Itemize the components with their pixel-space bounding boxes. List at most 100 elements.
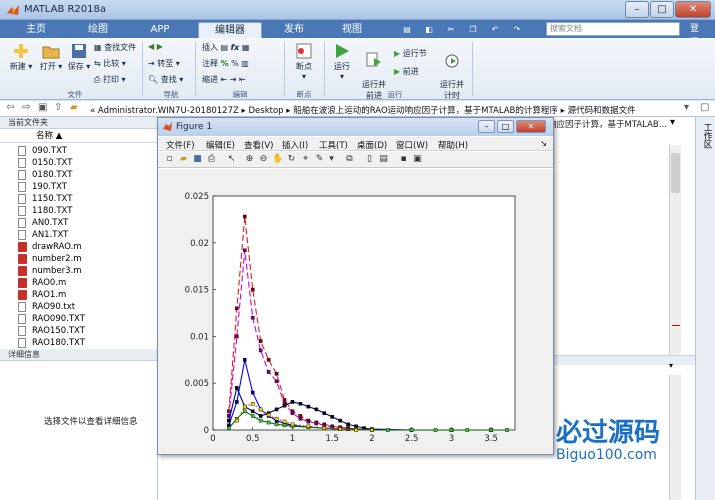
minimize-button[interactable]: – [625,1,649,18]
tab-plots[interactable]: 绘图 [74,22,122,38]
tab-editor[interactable]: 编辑器 [198,22,262,38]
tab-home[interactable]: 主页 [12,22,60,38]
pan-icon[interactable]: ✋ [272,154,283,165]
file-item[interactable]: RAO090.TXT [18,313,85,325]
quick-access-icon[interactable]: ▤ [398,22,416,38]
hide-plot-tools-icon[interactable]: ▪ [398,154,409,165]
undo-icon[interactable]: ↶ [486,22,504,38]
path-dropdown-icon[interactable]: ▾ [684,102,689,113]
file-item[interactable]: number3.m [18,265,82,277]
new-button[interactable]: 新建 ▾ [8,42,34,72]
file-item[interactable]: AN1.TXT [18,229,68,241]
file-item[interactable]: 1150.TXT [18,193,72,205]
login-link[interactable]: 登录 [690,22,706,48]
insert-button[interactable]: 插入 ▤ fx ▦ [202,42,249,53]
save-figure-icon[interactable]: ■ [192,154,203,165]
zoom-out-icon[interactable]: ⊖ [258,154,269,165]
zoom-in-icon[interactable]: ⊕ [244,154,255,165]
breakpoints-button[interactable]: 断点 ▾ [290,42,318,81]
menu-desktop[interactable]: 桌面(D) [357,139,387,151]
menu-view[interactable]: 查看(V) [244,139,273,151]
colorbar-icon[interactable]: ▯ [364,154,375,165]
y-tick-label: 0.02 [190,239,209,249]
file-item[interactable]: RAO0.m [18,277,66,289]
editor-maximize-icon[interactable]: ▾ [670,117,675,128]
file-item[interactable]: 090.TXT [18,145,67,157]
workspace-label[interactable]: 工作区 [700,123,712,149]
name-column-header[interactable]: 名称 ▲ [0,130,158,143]
run-section-button[interactable]: ▶ 运行节 [394,48,427,59]
data-cursor-icon[interactable]: ⌖ [300,154,311,165]
command-window-menu-icon[interactable]: ▾ [669,361,673,370]
show-plot-tools-icon[interactable]: ▣ [412,154,423,165]
brush-icon[interactable]: ✎ [314,154,325,165]
menu-window[interactable]: 窗口(W) [396,139,428,151]
file-item[interactable]: RAO150.TXT [18,325,85,337]
print-button[interactable]: ⎙ 打印 ▾ [94,74,126,85]
file-item[interactable]: RAO90.txt [18,301,75,313]
compare-button[interactable]: ⇆ 比较 ▾ [94,58,126,69]
copy-icon[interactable]: ❐ [464,22,482,38]
editor-scrollbar[interactable] [669,145,681,355]
nav-arrows[interactable]: ◀ ▶ [148,42,163,51]
legend-icon[interactable]: ▤ [378,154,389,165]
save-button[interactable]: 保存 ▾ [66,42,92,72]
menu-help[interactable]: 帮助(H) [438,139,468,151]
link-plot-icon[interactable]: ⧉ [344,154,355,165]
figure-minimize-button[interactable]: – [478,120,495,133]
run-button[interactable]: 运行 ▾ [330,42,354,81]
file-item[interactable]: RAO1.m [18,289,66,301]
browse-icon[interactable]: ▢ [700,102,709,113]
current-path[interactable]: « Administrator.WIN7U-20180127Z ▸ Deskto… [90,104,636,116]
goto-button[interactable]: ⇥ 转至 ▾ [148,58,180,69]
forward-icon[interactable]: ⇨ [22,102,30,113]
file-item[interactable]: AN0.TXT [18,217,68,229]
cut-icon[interactable]: ✂ [442,22,460,38]
file-item[interactable]: 1180.TXT [18,205,72,217]
menu-edit[interactable]: 编辑(E) [206,139,235,151]
text-file-icon [18,145,26,156]
quick-save-icon[interactable]: ◧ [420,22,438,38]
indent-button[interactable]: 缩进 ⇤ ⇥ ⇤ [202,74,246,85]
find-button[interactable]: 🔍︎ 查找 ▾ [148,74,183,85]
file-item[interactable]: drawRAO.m [18,241,82,253]
rao-chart[interactable]: 0 0.5 1 1.5 2 2.5 3 3.5 0 0.005 0.01 0.015 0.02 0.025 [158,169,553,454]
figure-maximize-button[interactable]: □ [497,120,514,133]
open-file-icon[interactable]: ▰ [178,154,189,165]
tab-view[interactable]: 视图 [328,22,376,38]
scrollbar-thumb[interactable] [671,153,680,193]
brush-dropdown-icon[interactable]: ▾ [326,154,337,165]
open-button[interactable]: 打开 ▾ [38,42,64,72]
tab-publish[interactable]: 发布 [270,22,318,38]
maximize-button[interactable]: □ [650,1,674,18]
rotate-icon[interactable]: ↻ [286,154,297,165]
file-item[interactable]: RAO180.TXT [18,337,85,349]
file-item[interactable]: 0180.TXT [18,169,72,181]
file-item[interactable]: 0150.TXT [18,157,72,169]
new-figure-icon[interactable]: ▫ [164,154,175,165]
search-input[interactable]: 搜索文档 [546,22,680,36]
file-item[interactable]: 190.TXT [18,181,67,193]
editor-tab-title[interactable]: 响应因子计算，基于MTALAB... [548,118,667,130]
figure-close-button[interactable]: ✕ [516,120,546,133]
menu-file[interactable]: 文件(F) [166,139,195,151]
menu-tools[interactable]: 工具(T) [319,139,348,151]
find-files-button[interactable]: ▦ 查找文件 [94,42,136,53]
run-time-button[interactable]: 运行并 计时 [436,42,468,101]
print-figure-icon[interactable]: ⎙ [206,154,217,165]
pointer-icon[interactable]: ↖ [226,154,237,165]
close-button[interactable]: ✕ [675,1,711,18]
tab-apps[interactable]: APP [136,22,184,38]
up-folder-icon[interactable]: ⇧ [54,102,62,113]
text-file-icon [18,313,26,324]
file-item[interactable]: number2.m [18,253,82,265]
back-icon[interactable]: ⇦ [6,102,14,113]
warning-marker[interactable] [672,325,680,326]
menu-dock-icon[interactable]: ↘ [540,139,547,149]
file-name: 090.TXT [32,146,67,156]
comment-button[interactable]: 注释 % % ▥ [202,58,249,69]
menu-insert[interactable]: 插入(I) [282,139,308,151]
refresh-icon[interactable]: ▣ [38,102,47,113]
redo-icon[interactable]: ↷ [508,22,526,38]
advance-button[interactable]: ▶ 前进 [394,66,419,77]
